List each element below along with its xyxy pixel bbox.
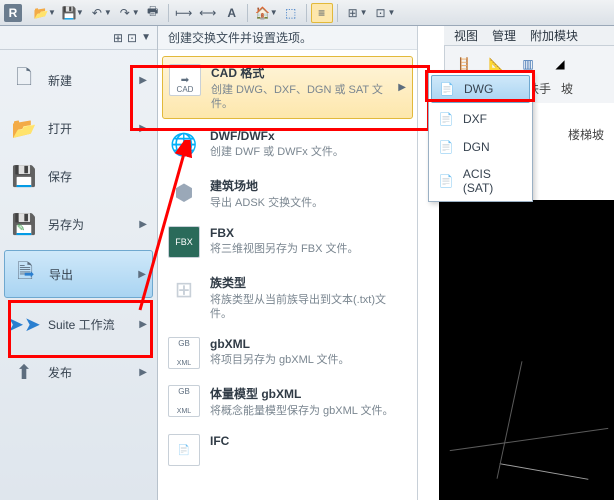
dxf-file-icon: 📄 bbox=[437, 111, 455, 127]
cad-file-icon: CAD➡ bbox=[169, 64, 201, 96]
acis-file-icon: 📄 bbox=[437, 173, 455, 189]
menu-publish-label: 发布 bbox=[48, 364, 129, 381]
export-site-name: 建筑场地 bbox=[210, 177, 407, 194]
chevron-right-icon: ▶ bbox=[139, 219, 147, 230]
ifc-file-icon: 📄 bbox=[168, 434, 200, 466]
ramp-label: 坡 bbox=[561, 80, 573, 97]
tab-manage[interactable]: 管理 bbox=[492, 27, 516, 44]
tab-view[interactable]: 视图 bbox=[454, 27, 478, 44]
export-family-types[interactable]: ⊞ 族类型 将族类型从当前族导出到文本(.txt)文件。 bbox=[158, 266, 417, 329]
dropdown-caret-icon[interactable]: ▼ bbox=[141, 32, 151, 43]
print-icon[interactable]: 🖶 bbox=[142, 3, 164, 23]
panel-title-stair-ramp: 楼梯坡 bbox=[568, 126, 604, 143]
menu-open-label: 打开 bbox=[48, 120, 129, 137]
ramp-icon[interactable]: ◢ bbox=[547, 52, 573, 76]
recent-doc-icon[interactable]: ⊞ bbox=[113, 31, 123, 45]
export-famtype-desc: 将族类型从当前族导出到文本(.txt)文件。 bbox=[210, 293, 407, 321]
export-mass-gbxml[interactable]: GBXML 体量模型 gbXML 将概念能量模型保存为 gbXML 文件。 bbox=[158, 377, 417, 426]
flyout-acis-label: ACIS (SAT) bbox=[463, 167, 524, 195]
flyout-dwg[interactable]: 📄 DWG bbox=[431, 75, 530, 103]
application-menu: ⊞ ⊡ ▼ 🗋 新建 ▶ 📂 打开 ▶ 💾 保存 💾✎ 另存为 ▶ 🗎➡ 导出 … bbox=[0, 26, 158, 500]
export-ifc[interactable]: 📄 IFC bbox=[158, 426, 417, 474]
flyout-dwg-label: DWG bbox=[464, 82, 493, 96]
chevron-right-icon: ▶ bbox=[139, 367, 147, 378]
thinlines-icon[interactable]: ≡ bbox=[311, 3, 333, 23]
chevron-right-icon: ▶ bbox=[139, 319, 147, 330]
flyout-dxf[interactable]: 📄 DXF bbox=[429, 105, 532, 133]
export-dwf-desc: 创建 DWF 或 DWFx 文件。 bbox=[210, 145, 407, 159]
export-dwf[interactable]: 🌐 DWF/DWFx 创建 DWF 或 DWFx 文件。 bbox=[158, 121, 417, 169]
cad-format-flyout: 📄 DWG 📄 DXF 📄 DGN 📄 ACIS (SAT) bbox=[428, 72, 533, 202]
menu-new[interactable]: 🗋 新建 ▶ bbox=[0, 56, 157, 104]
chevron-right-icon: ▶ bbox=[139, 75, 147, 86]
export-cad-formats[interactable]: CAD➡ CAD 格式 创建 DWG、DXF、DGN 或 SAT 文件。 ▶ bbox=[162, 56, 413, 119]
mass-gbxml-file-icon: GBXML bbox=[168, 385, 200, 417]
menu-export-label: 导出 bbox=[49, 266, 128, 283]
building-site-icon: ⬢ bbox=[168, 177, 200, 209]
quick-access-toolbar: R 📂▼ 💾▼ ↶▼ ↷▼ 🖶 ⟼ ⟷ A 🏠▼ ⬚ ≡ ⊞▼ ⊡▼ bbox=[0, 0, 614, 26]
dwf-globe-icon: 🌐 bbox=[168, 129, 200, 161]
tab-addin[interactable]: 附加模块 bbox=[530, 27, 578, 44]
text-icon[interactable]: A bbox=[221, 3, 243, 23]
export-site-desc: 导出 ADSK 交换文件。 bbox=[210, 196, 407, 210]
menu-export[interactable]: 🗎➡ 导出 ▶ bbox=[4, 250, 153, 298]
export-building-site[interactable]: ⬢ 建筑场地 导出 ADSK 交换文件。 bbox=[158, 169, 417, 218]
export-fbx-name: FBX bbox=[210, 226, 407, 240]
chevron-right-icon: ▶ bbox=[139, 123, 147, 134]
new-file-icon: 🗋 bbox=[10, 66, 38, 94]
dgn-file-icon: 📄 bbox=[437, 139, 455, 155]
export-mass-desc: 将概念能量模型保存为 gbXML 文件。 bbox=[210, 404, 407, 418]
export-fbx[interactable]: FBX FBX 将三维视图另存为 FBX 文件。 bbox=[158, 218, 417, 266]
export-cad-name: CAD 格式 bbox=[211, 64, 388, 81]
flyout-dgn-label: DGN bbox=[463, 140, 490, 154]
drawing-viewport[interactable] bbox=[439, 200, 614, 500]
open-folder-icon: 📂 bbox=[10, 114, 38, 142]
export-dwf-name: DWF/DWFx bbox=[210, 129, 407, 143]
export-fbx-desc: 将三维视图另存为 FBX 文件。 bbox=[210, 242, 407, 256]
align-icon[interactable]: ⟼ bbox=[173, 3, 195, 23]
recent-doc-list-icon[interactable]: ⊡ bbox=[127, 31, 137, 45]
menu-publish[interactable]: ⬆ 发布 ▶ bbox=[0, 348, 157, 396]
saveas-disk-icon: 💾✎ bbox=[10, 210, 38, 238]
family-types-icon: ⊞ bbox=[168, 274, 200, 306]
export-cad-desc: 创建 DWG、DXF、DGN 或 SAT 文件。 bbox=[211, 83, 388, 111]
export-gbxml-desc: 将项目另存为 gbXML 文件。 bbox=[210, 353, 407, 367]
menu-saveas[interactable]: 💾✎ 另存为 ▶ bbox=[0, 200, 157, 248]
export-famtype-name: 族类型 bbox=[210, 274, 407, 291]
export-submenu-title: 创建交换文件并设置选项。 bbox=[158, 26, 417, 50]
export-submenu: 创建交换文件并设置选项。 CAD➡ CAD 格式 创建 DWG、DXF、DGN … bbox=[158, 26, 418, 500]
chevron-right-icon: ▶ bbox=[398, 82, 406, 93]
dwg-file-icon: 📄 bbox=[438, 81, 456, 97]
export-gbxml-name: gbXML bbox=[210, 337, 407, 351]
section-icon[interactable]: ⬚ bbox=[280, 3, 302, 23]
flyout-acis-sat[interactable]: 📄 ACIS (SAT) bbox=[429, 161, 532, 201]
export-gbxml[interactable]: GBXML gbXML 将项目另存为 gbXML 文件。 bbox=[158, 329, 417, 377]
menu-new-label: 新建 bbox=[48, 72, 129, 89]
menu-open[interactable]: 📂 打开 ▶ bbox=[0, 104, 157, 152]
flyout-dxf-label: DXF bbox=[463, 112, 487, 126]
menu-suite-workflow[interactable]: ➤➤ Suite 工作流 ▶ bbox=[0, 300, 157, 348]
export-icon: 🗎➡ bbox=[11, 260, 39, 288]
suite-icon: ➤➤ bbox=[10, 310, 38, 338]
save-disk-icon: 💾 bbox=[10, 162, 38, 190]
gbxml-file-icon: GBXML bbox=[168, 337, 200, 369]
dimension-icon[interactable]: ⟷ bbox=[197, 3, 219, 23]
menu-saveas-label: 另存为 bbox=[48, 216, 129, 233]
ribbon-tabs: 视图 管理 附加模块 bbox=[444, 26, 614, 46]
publish-icon: ⬆ bbox=[10, 358, 38, 386]
flyout-dgn[interactable]: 📄 DGN bbox=[429, 133, 532, 161]
export-mass-name: 体量模型 gbXML bbox=[210, 385, 407, 402]
chevron-right-icon: ▶ bbox=[138, 269, 146, 280]
menu-suite-label: Suite 工作流 bbox=[48, 316, 129, 333]
app-logo-icon[interactable]: R bbox=[4, 4, 22, 22]
export-ifc-name: IFC bbox=[210, 434, 407, 448]
fbx-file-icon: FBX bbox=[168, 226, 200, 258]
menu-save-label: 保存 bbox=[48, 168, 147, 185]
menu-save[interactable]: 💾 保存 bbox=[0, 152, 157, 200]
